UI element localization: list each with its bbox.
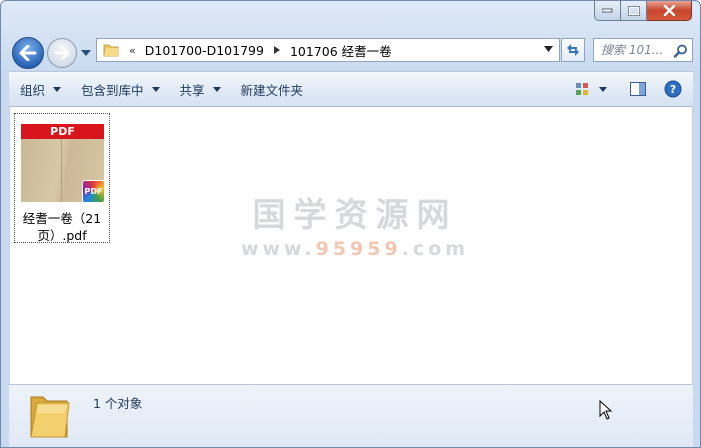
chevron-down-icon bbox=[81, 50, 91, 56]
view-grid-icon bbox=[576, 83, 588, 95]
organize-menu[interactable]: 组织 bbox=[11, 76, 70, 102]
refresh-icon bbox=[567, 44, 579, 56]
watermark-url-prefix: www. bbox=[240, 238, 316, 260]
command-bar: 组织 包含到库中 共享 新建文件夹 ? bbox=[9, 71, 693, 107]
search-box[interactable] bbox=[593, 38, 693, 62]
item-count: 1 个对象 bbox=[93, 396, 143, 411]
breadcrumb-overflow[interactable]: « bbox=[129, 44, 136, 57]
close-button[interactable] bbox=[647, 1, 692, 21]
breadcrumb-arrow-icon[interactable] bbox=[273, 46, 280, 54]
minimize-button[interactable] bbox=[594, 1, 621, 21]
forward-button[interactable] bbox=[47, 38, 77, 68]
thumbnail-banner: PDF bbox=[21, 124, 104, 139]
change-view-button[interactable] bbox=[571, 82, 611, 96]
preview-pane-button[interactable] bbox=[627, 79, 649, 99]
watermark-url-suffix: .com bbox=[401, 238, 470, 260]
back-arrow-icon bbox=[19, 45, 37, 61]
breadcrumb-item-parent[interactable]: D101700-D101799 bbox=[142, 43, 267, 58]
mouse-cursor-icon bbox=[599, 400, 613, 420]
file-item[interactable]: PDF PDF 经耆一卷（21 页）.pdf bbox=[14, 113, 110, 243]
file-name-line-2: 页）.pdf bbox=[37, 228, 87, 243]
svg-text:?: ? bbox=[670, 83, 676, 96]
caption-buttons bbox=[594, 1, 692, 21]
search-icon[interactable] bbox=[674, 44, 688, 58]
view-controls: ? bbox=[571, 79, 683, 99]
recent-pages-dropdown[interactable] bbox=[81, 46, 91, 60]
watermark-url-highlight: 95959 bbox=[315, 238, 402, 260]
chevron-down-icon[interactable] bbox=[544, 46, 553, 52]
include-in-library-menu[interactable]: 包含到库中 bbox=[72, 76, 169, 102]
new-folder-label: 新建文件夹 bbox=[240, 82, 304, 98]
details-pane: 1 个对象 bbox=[9, 384, 693, 447]
folder-icon bbox=[30, 396, 70, 438]
preview-pane-icon bbox=[630, 82, 646, 96]
pdf-thumbnail: PDF PDF bbox=[21, 124, 105, 203]
address-bar[interactable]: « D101700-D101799 101706 经耆一卷 bbox=[96, 38, 560, 62]
watermark-url: www.95959.com bbox=[240, 237, 470, 261]
explorer-window: « D101700-D101799 101706 经耆一卷 组织 包含到库中 共… bbox=[0, 0, 701, 448]
back-button[interactable] bbox=[12, 37, 44, 69]
file-name: 经耆一卷（21 页）.pdf bbox=[17, 210, 107, 244]
folder-icon bbox=[103, 44, 119, 57]
file-list-view[interactable]: PDF PDF 经耆一卷（21 页）.pdf 国学资源网 www.95959.c… bbox=[9, 107, 693, 384]
chevron-down-icon bbox=[599, 86, 607, 92]
chevron-down-icon bbox=[151, 86, 160, 92]
chevron-down-icon bbox=[212, 86, 221, 92]
watermark: 国学资源网 www.95959.com bbox=[240, 195, 470, 261]
forward-arrow-icon bbox=[54, 46, 70, 60]
file-name-line-1: 经耆一卷（21 bbox=[22, 211, 102, 226]
minimize-icon bbox=[602, 8, 613, 13]
organize-label: 组织 bbox=[20, 82, 46, 98]
close-icon bbox=[663, 5, 675, 16]
help-icon: ? bbox=[664, 80, 682, 98]
include-in-library-label: 包含到库中 bbox=[81, 82, 144, 98]
refresh-button[interactable] bbox=[561, 38, 585, 62]
help-button[interactable]: ? bbox=[663, 79, 683, 99]
search-input[interactable] bbox=[601, 43, 673, 57]
watermark-title: 国学资源网 bbox=[252, 195, 458, 234]
chevron-down-icon bbox=[53, 86, 62, 92]
breadcrumb-item-current[interactable]: 101706 经耆一卷 bbox=[287, 41, 395, 60]
share-menu[interactable]: 共享 bbox=[171, 76, 230, 102]
new-folder-button[interactable]: 新建文件夹 bbox=[232, 76, 313, 102]
maximize-button[interactable] bbox=[621, 1, 647, 21]
maximize-icon bbox=[627, 5, 640, 16]
pdf-app-icon: PDF bbox=[82, 180, 105, 203]
share-label: 共享 bbox=[179, 82, 205, 98]
